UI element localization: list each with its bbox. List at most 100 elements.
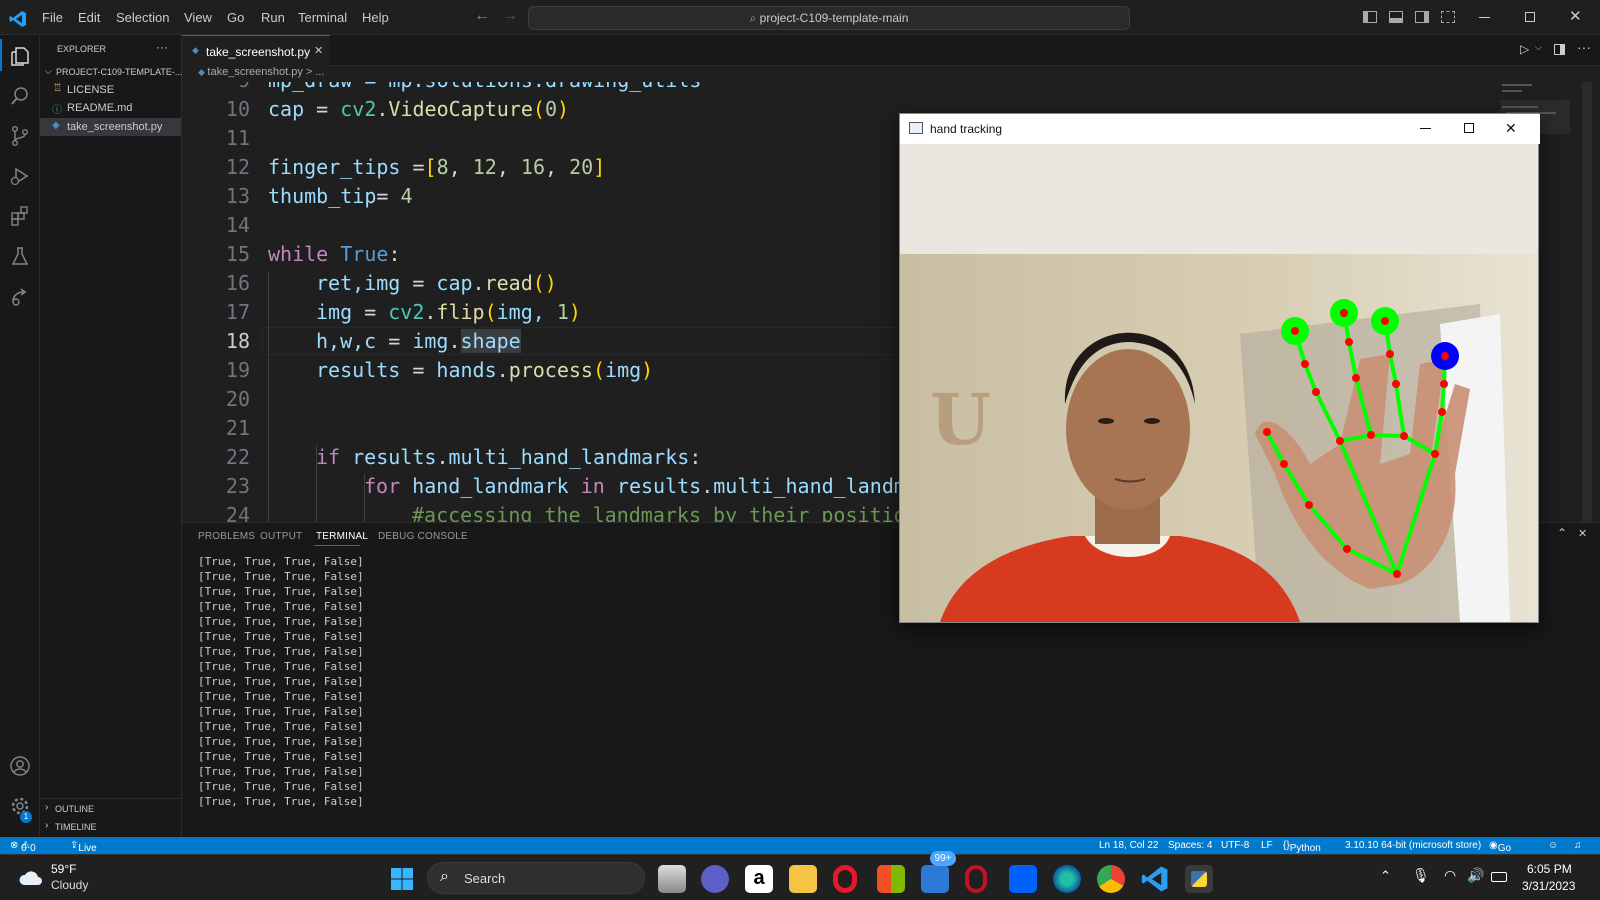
indentation-status[interactable]: Spaces: 4	[1168, 840, 1212, 851]
menu-view[interactable]: View	[184, 10, 212, 25]
forward-arrow-icon[interactable]: →	[502, 7, 518, 25]
wifi-icon[interactable]: ◠	[1444, 867, 1456, 884]
weather-condition[interactable]: Cloudy	[51, 878, 88, 892]
landmark-point	[1263, 428, 1271, 436]
opera-gx-icon[interactable]	[965, 865, 987, 893]
file-item-readme[interactable]: ⓘ README.md	[40, 99, 181, 117]
problems-status[interactable]: ⊗ 0 ⚠ 0	[10, 840, 36, 854]
code-line-13: thumb_tip= 4	[268, 184, 413, 208]
hand-tracking-window[interactable]: hand tracking ✕ U	[899, 113, 1540, 623]
microphone-icon[interactable]: 🎙	[1412, 867, 1430, 884]
close-panel-icon[interactable]: ✕	[1578, 527, 1587, 540]
minimize-icon[interactable]	[1420, 128, 1431, 129]
right-eye	[1144, 418, 1160, 424]
feedback-icon[interactable]: ☺	[1548, 840, 1558, 851]
toggle-secondary-sidebar-icon[interactable]	[1415, 11, 1429, 23]
notifications-bell-icon[interactable]: ♫	[1574, 840, 1582, 851]
battery-icon[interactable]	[1491, 872, 1507, 882]
close-icon[interactable]: ✕	[1569, 7, 1582, 25]
accounts-icon[interactable]	[9, 755, 31, 777]
encoding-status[interactable]: UTF-8	[1221, 840, 1249, 851]
timeline-section[interactable]: › TIMELINE	[40, 818, 181, 836]
live-share-status[interactable]: ⇪ Live Share	[70, 840, 105, 865]
tab-take-screenshot[interactable]: ◆ take_screenshot.py ✕	[182, 35, 330, 66]
menu-run[interactable]: Run	[261, 10, 285, 25]
chrome-browser-icon[interactable]	[1097, 865, 1125, 893]
search-icon[interactable]	[9, 85, 31, 107]
language-status[interactable]: {} Python	[1283, 840, 1321, 854]
edge-browser-icon[interactable]	[1053, 865, 1081, 893]
file-explorer-icon[interactable]	[789, 865, 817, 893]
customize-layout-icon[interactable]	[1441, 11, 1455, 23]
opera-browser-icon[interactable]	[833, 865, 857, 893]
windows-start-icon[interactable]	[390, 867, 414, 891]
microsoft-store-icon[interactable]	[877, 865, 905, 893]
extensions-icon[interactable]	[9, 205, 31, 227]
run-debug-icon[interactable]	[9, 165, 31, 187]
toggle-sidebar-icon[interactable]	[1363, 11, 1377, 23]
clock-time[interactable]: 6:05 PM	[1527, 862, 1572, 876]
interpreter-status[interactable]: 3.10.10 64-bit (microsoft store)	[1345, 840, 1481, 851]
toggle-panel-icon[interactable]	[1389, 11, 1403, 23]
status-bar: ⊗ 0 ⚠ 0 ⇪ Live Share Ln 18, Col 22 Space…	[0, 837, 1600, 865]
weather-temperature[interactable]: 59°F	[51, 862, 76, 876]
more-actions-icon[interactable]: ···	[1577, 39, 1591, 55]
taskbar-search-box[interactable]: ⌕ Search	[427, 862, 645, 894]
code-line-9: mp_draw = mp.solutions.drawing_utils	[268, 82, 701, 92]
eol-status[interactable]: LF	[1261, 840, 1273, 851]
menu-edit[interactable]: Edit	[78, 10, 100, 25]
amazon-app-icon[interactable]: a	[745, 865, 773, 893]
tab-output[interactable]: OUTPUT	[260, 531, 302, 542]
volume-icon[interactable]: 🔊	[1467, 867, 1484, 884]
run-python-file-icon[interactable]: ▷	[1520, 42, 1529, 56]
task-view-icon[interactable]	[658, 865, 686, 893]
source-control-icon[interactable]	[9, 125, 31, 147]
code-token: 0	[544, 97, 558, 121]
python-app-icon[interactable]	[1185, 865, 1213, 893]
breadcrumb[interactable]: ◆ take_screenshot.py > ...	[182, 66, 1600, 82]
menu-file[interactable]: File	[42, 10, 63, 25]
tab-debug-console[interactable]: DEBUG CONSOLE	[378, 531, 468, 542]
restore-icon[interactable]	[1525, 12, 1535, 22]
minimap-line	[1502, 90, 1522, 92]
menu-terminal[interactable]: Terminal	[298, 10, 347, 25]
scrollbar-track[interactable]	[1582, 82, 1592, 522]
menu-selection[interactable]: Selection	[116, 10, 169, 25]
maximize-panel-icon[interactable]: ⌃	[1557, 526, 1567, 540]
folder-header[interactable]: ⌵ PROJECT-C109-TEMPLATE-...	[40, 65, 182, 81]
chevron-down-icon[interactable]: ⌵	[1535, 42, 1542, 53]
live-share-icon[interactable]	[9, 285, 31, 307]
line-number: 13	[225, 184, 250, 208]
code-line-19: results = hands.process(img)	[316, 358, 653, 382]
cloud-weather-icon[interactable]	[17, 867, 45, 889]
landmark-point	[1441, 352, 1449, 360]
menu-go[interactable]: Go	[227, 10, 244, 25]
show-hidden-icons[interactable]: ⌃	[1380, 868, 1391, 884]
hand-tracking-titlebar[interactable]: hand tracking ✕	[900, 114, 1540, 144]
maximize-icon[interactable]	[1464, 123, 1474, 133]
go-live-status[interactable]: ◉ Go Live	[1489, 840, 1516, 865]
vscode-taskbar-icon[interactable]	[1141, 865, 1169, 893]
clock-date[interactable]: 3/31/2023	[1522, 879, 1575, 893]
close-icon[interactable]: ✕	[1505, 120, 1517, 137]
cursor-position[interactable]: Ln 18, Col 22	[1099, 840, 1159, 851]
outline-section[interactable]: › OUTLINE	[40, 800, 181, 818]
explorer-icon[interactable]	[9, 45, 31, 67]
testing-icon[interactable]	[9, 245, 31, 267]
mail-icon[interactable]	[921, 865, 949, 893]
file-item-license[interactable]: ♖ LICENSE	[40, 81, 181, 99]
more-actions-icon[interactable]: ···	[156, 40, 168, 54]
tab-problems[interactable]: PROBLEMS	[198, 531, 255, 542]
close-tab-icon[interactable]: ✕	[314, 44, 323, 57]
menu-help[interactable]: Help	[362, 10, 389, 25]
minimize-icon[interactable]	[1479, 17, 1490, 18]
back-arrow-icon[interactable]: ←	[474, 7, 490, 25]
python-file-icon: ◆	[198, 67, 208, 77]
dropbox-icon[interactable]	[1009, 865, 1037, 893]
file-item-take-screenshot[interactable]: ◆ take_screenshot.py	[40, 118, 181, 136]
split-editor-icon[interactable]	[1554, 44, 1565, 55]
tab-terminal[interactable]: TERMINAL	[316, 531, 368, 542]
code-line-10: cap = cv2.VideoCapture(0)	[268, 97, 569, 121]
command-center-search[interactable]: ⌕ project-C109-template-main	[528, 6, 1130, 30]
teams-chat-icon[interactable]	[701, 865, 729, 893]
